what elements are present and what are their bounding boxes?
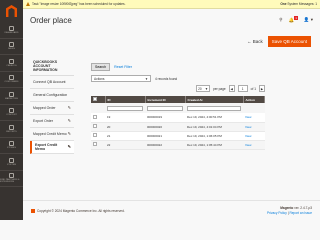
view-link[interactable]: View bbox=[245, 115, 251, 119]
page-title: Order place bbox=[30, 15, 72, 25]
prev-page-button[interactable]: ◀ bbox=[228, 85, 235, 92]
column-header-action: Action bbox=[243, 96, 265, 103]
gear-icon bbox=[9, 157, 14, 163]
system-message-text: Task "Image resize 10f5f0f2jpeg" has bee… bbox=[32, 2, 126, 6]
tab-connect-qb-account[interactable]: Connect QB Account bbox=[30, 76, 74, 89]
chevron-down-icon: ▼ bbox=[204, 86, 209, 91]
credit-memo-grid: ID Increment ID Created At Action 19 000… bbox=[91, 96, 265, 150]
search-icon[interactable]: ⚲ bbox=[279, 17, 282, 23]
mass-actions-select[interactable]: Actions ▼ bbox=[91, 75, 151, 82]
report-issue-link[interactable]: Report an Issue bbox=[289, 211, 312, 215]
records-count: 4 records found bbox=[155, 76, 178, 81]
megaphone-icon bbox=[9, 91, 14, 97]
nav-item-catalog[interactable]: CATALOG bbox=[0, 55, 23, 72]
notification-count: 1 bbox=[294, 16, 298, 21]
privacy-policy-link[interactable]: Privacy Policy bbox=[267, 211, 287, 215]
layout-icon bbox=[9, 108, 14, 114]
pencil-icon: ✎ bbox=[67, 144, 71, 150]
puzzle-icon bbox=[9, 173, 14, 179]
column-header-increment-id[interactable]: Increment ID bbox=[145, 96, 186, 103]
user-icon[interactable]: 👤 ▾ bbox=[304, 17, 313, 23]
view-link[interactable]: View bbox=[245, 143, 251, 147]
table-row: 22 000000022 Dec 19, 2024, 1:05:44 PM Vi… bbox=[91, 140, 265, 150]
page-header: Order place ⚲ 🔔1 👤 ▾ bbox=[23, 9, 320, 31]
page-actions: ← Back Save QB Account bbox=[23, 35, 320, 48]
nav-item-marketing[interactable]: MARKETING bbox=[0, 88, 23, 105]
tab-general-configuration[interactable]: General Configuration bbox=[30, 89, 74, 102]
box-icon bbox=[9, 58, 14, 64]
column-header-id[interactable]: ID bbox=[105, 96, 146, 103]
view-link[interactable]: View bbox=[245, 125, 251, 129]
nav-item-sales[interactable]: SALES bbox=[0, 39, 23, 55]
copyright-text: Copyright © 2024 Magento Commerce Inc. A… bbox=[37, 208, 125, 213]
tab-mapped-credit-memo[interactable]: Mapped Credit Memo ✎ bbox=[30, 128, 74, 141]
page-footer: Copyright © 2024 Magento Commerce Inc. A… bbox=[23, 200, 320, 220]
tab-export-credit-memo[interactable]: Export Credit Memo ✎ bbox=[30, 140, 74, 154]
tab-export-order[interactable]: Export Order ✎ bbox=[30, 115, 74, 128]
page-input[interactable]: 1 bbox=[237, 85, 248, 92]
footer-version: ver. 2.4.7-p3 bbox=[294, 206, 312, 210]
row-checkbox[interactable] bbox=[93, 142, 97, 146]
pencil-icon: ✎ bbox=[67, 105, 71, 111]
table-row: 20 000000020 Dec 19, 2024, 4:01:04 PM Vi… bbox=[91, 122, 265, 132]
warning-icon bbox=[26, 2, 30, 6]
pencil-icon: ✎ bbox=[67, 118, 71, 124]
filter-id-input[interactable] bbox=[107, 105, 143, 111]
nav-item-reports[interactable]: REPORTS bbox=[0, 121, 23, 138]
system-message-bar: Task "Image resize 10f5f0f2jpeg" has bee… bbox=[23, 0, 320, 9]
magento-logo[interactable] bbox=[0, 0, 23, 22]
filter-row bbox=[91, 103, 265, 113]
nav-item-partners[interactable]: FIND PARTNERS & EXTENSIONS bbox=[0, 171, 23, 187]
admin-nav: DASHBOARD SALES CATALOG CUSTOMERS MARKET… bbox=[0, 22, 23, 187]
pager: 20 ▼ per page ◀ 1 of 1 ▶ bbox=[91, 84, 265, 93]
select-all-checkbox[interactable] bbox=[93, 97, 97, 101]
next-page-button[interactable]: ▶ bbox=[259, 85, 265, 92]
table-row: 21 000000021 Dec 19, 2024, 1:06:05 PM Vi… bbox=[91, 131, 265, 141]
account-info-panel: QUICKBOOKS ACCOUNT INFORMATION Connect Q… bbox=[30, 58, 74, 154]
view-link[interactable]: View bbox=[245, 134, 251, 138]
nav-item-stores[interactable]: STORES bbox=[0, 138, 23, 154]
nav-item-customers[interactable]: CUSTOMERS bbox=[0, 72, 23, 88]
grid-area: Search Reset Filter Actions ▼ 4 records f… bbox=[91, 62, 265, 150]
save-qb-account-button[interactable]: Save QB Account bbox=[267, 36, 311, 47]
bar-chart-icon bbox=[9, 124, 14, 130]
dollar-icon bbox=[9, 42, 14, 48]
select-all-checkbox-header[interactable] bbox=[91, 96, 106, 103]
search-button[interactable]: Search bbox=[91, 63, 111, 71]
chevron-down-icon: ▼ bbox=[145, 76, 148, 81]
admin-sidebar: DASHBOARD SALES CATALOG CUSTOMERS MARKET… bbox=[0, 0, 23, 220]
tab-mapped-order[interactable]: Mapped Order ✎ bbox=[30, 102, 74, 115]
dashboard-icon bbox=[9, 25, 14, 31]
column-header-created-at[interactable]: Created At bbox=[185, 96, 244, 103]
bell-icon[interactable]: 🔔1 bbox=[289, 16, 298, 24]
nav-item-content[interactable]: CONTENT bbox=[0, 105, 23, 121]
reset-filter-link[interactable]: Reset Filter bbox=[114, 65, 132, 69]
row-checkbox[interactable] bbox=[93, 114, 97, 119]
nav-item-dashboard[interactable]: DASHBOARD bbox=[0, 22, 23, 39]
filter-created-at-input[interactable] bbox=[187, 105, 241, 111]
footer-brand: Magento bbox=[280, 206, 294, 210]
filter-increment-id-input[interactable] bbox=[147, 105, 183, 111]
nav-item-system[interactable]: SYSTEM bbox=[0, 154, 23, 171]
magento-footer-logo-icon bbox=[31, 208, 35, 213]
panel-heading: QUICKBOOKS ACCOUNT INFORMATION bbox=[30, 58, 74, 76]
per-page-select[interactable]: 20 ▼ bbox=[196, 85, 211, 92]
user-icon bbox=[9, 75, 14, 81]
pencil-icon: ✎ bbox=[67, 131, 71, 137]
per-page-label: per page bbox=[213, 86, 226, 91]
back-button[interactable]: ← Back bbox=[247, 39, 263, 44]
system-messages-link[interactable]: One System Messages: 1 bbox=[280, 2, 317, 6]
row-checkbox[interactable] bbox=[93, 124, 97, 128]
store-icon bbox=[9, 141, 14, 147]
page-total: of 1 bbox=[250, 86, 256, 91]
row-checkbox[interactable] bbox=[93, 133, 97, 137]
magento-logo-icon bbox=[6, 5, 17, 17]
table-row: 19 000000019 Dec 19, 2024, 4:00:51 PM Vi… bbox=[91, 113, 265, 123]
